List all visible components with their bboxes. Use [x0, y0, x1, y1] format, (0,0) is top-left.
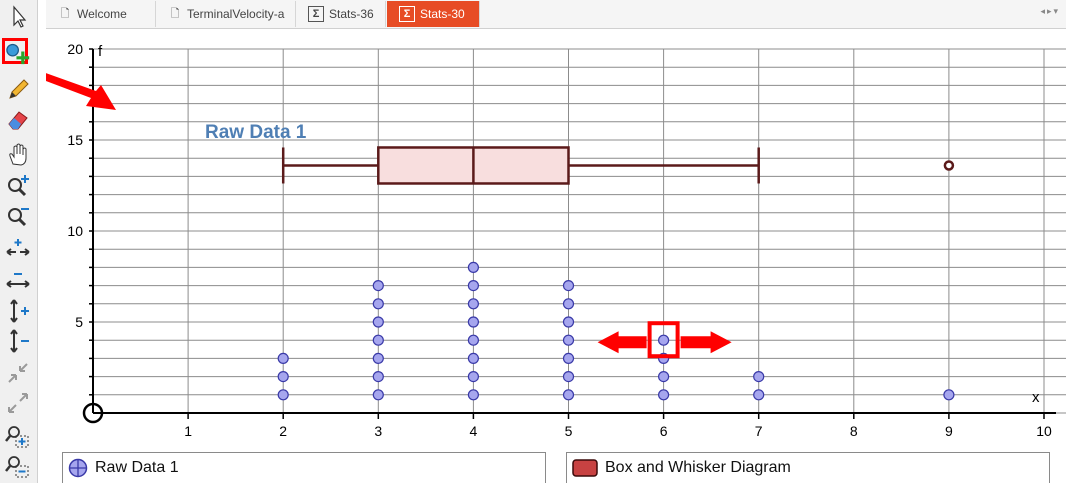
series-annotation: Raw Data 1	[205, 122, 307, 143]
tab-welcome[interactable]: 🗋 Welcome	[46, 1, 156, 27]
zoom-in-icon[interactable]	[4, 172, 32, 198]
dot-plot[interactable]	[277, 261, 955, 401]
document-tabs: 🗋 Welcome 🗋 TerminalVelocity-a Σ Stats-3…	[46, 0, 1066, 29]
tab-label: Welcome	[77, 7, 127, 21]
x-tick-label: 7	[755, 423, 763, 439]
data-point	[467, 298, 479, 310]
data-point	[372, 316, 384, 328]
box-and-whisker-plot[interactable]	[281, 146, 955, 185]
data-point	[372, 298, 384, 310]
data-point	[467, 280, 479, 292]
data-point	[657, 389, 670, 401]
y-tick-label: 10	[67, 223, 83, 239]
legend-raw-data[interactable]: Raw Data 1	[62, 452, 546, 483]
data-point	[562, 352, 575, 364]
right-arrow	[680, 331, 732, 354]
data-point	[467, 389, 479, 401]
data-point	[467, 316, 479, 328]
legend-box-whisker[interactable]: Box and Whisker Diagram	[566, 452, 1050, 483]
add-data-icon[interactable]	[2, 38, 30, 65]
eraser-icon[interactable]	[4, 106, 32, 132]
tab-terminalvelocity[interactable]: 🗋 TerminalVelocity-a	[156, 1, 296, 27]
data-point	[372, 389, 384, 401]
hand-icon[interactable]	[4, 142, 32, 168]
stats-graph[interactable]: 1 2 3 4 5 6 7 8 9 10 5 10 15 20 x f Raw Data 1	[46, 28, 1066, 448]
tab-stats-36[interactable]: Σ Stats-36	[296, 1, 386, 27]
shrink-diagonal-icon[interactable]	[4, 360, 32, 386]
zoom-box-in-icon[interactable]	[4, 424, 32, 450]
zoom-out-icon[interactable]	[4, 202, 32, 228]
x-tick-label: 6	[660, 423, 668, 439]
grid	[92, 48, 1066, 414]
crosshair-circle-icon	[68, 458, 88, 478]
y-axis-label: f	[98, 43, 103, 60]
y-tick-label: 20	[67, 41, 83, 57]
pencil-icon[interactable]	[4, 76, 32, 102]
expand-x-icon[interactable]	[4, 236, 32, 262]
pointer-icon[interactable]	[4, 4, 32, 30]
y-tick-label: 5	[75, 314, 83, 330]
data-point	[753, 389, 765, 401]
x-tick-label: 2	[279, 423, 287, 439]
data-point	[372, 352, 384, 364]
y-tick-label: 15	[67, 132, 83, 148]
document-icon: 🗋	[170, 7, 180, 20]
data-point	[277, 389, 289, 401]
box-swatch-icon	[572, 459, 598, 477]
x-tick-labels: 1 2 3 4 5 6 7 8 9 10	[184, 423, 1052, 439]
x-tick-label: 5	[565, 423, 573, 439]
zoom-box-out-icon[interactable]	[4, 454, 32, 480]
x-tick-label: 3	[374, 423, 382, 439]
data-point	[372, 334, 384, 346]
data-point	[753, 371, 765, 383]
x-tick-label: 1	[184, 423, 192, 439]
tab-scroll-arrows[interactable]: ◂▸▾	[1040, 6, 1060, 17]
callout-arrows	[46, 73, 732, 359]
x-axis-label: x	[1032, 389, 1040, 406]
data-point	[562, 316, 575, 328]
tool-pointer-arrow	[46, 73, 116, 110]
outlier-point	[943, 160, 955, 171]
compress-x-icon[interactable]	[4, 268, 32, 294]
tab-stats-30[interactable]: Σ Stats-30	[387, 1, 480, 27]
expand-y-icon[interactable]	[4, 298, 32, 324]
data-point	[562, 280, 575, 292]
data-point	[562, 334, 575, 346]
data-point	[372, 371, 384, 383]
legend-label: Box and Whisker Diagram	[605, 459, 791, 476]
left-arrow	[597, 331, 647, 354]
x-tick-label: 8	[850, 423, 858, 439]
data-point	[467, 334, 479, 346]
data-point	[467, 352, 479, 364]
data-point	[372, 280, 384, 292]
data-point	[562, 371, 575, 383]
sigma-icon: Σ	[308, 6, 324, 22]
sigma-icon: Σ	[399, 6, 415, 22]
legend-label: Raw Data 1	[95, 459, 179, 476]
compress-y-icon[interactable]	[4, 328, 32, 354]
x-tick-label: 10	[1036, 423, 1052, 439]
data-point	[562, 298, 575, 310]
x-tick-label: 9	[945, 423, 953, 439]
data-point	[657, 371, 670, 383]
data-point	[467, 261, 479, 273]
x-tick-label: 4	[470, 423, 478, 439]
data-point	[562, 389, 575, 401]
data-point	[467, 371, 479, 383]
tab-label: Stats-30	[420, 7, 465, 21]
document-icon: 🗋	[60, 7, 70, 20]
axes	[89, 48, 1056, 419]
tool-palette	[0, 0, 38, 483]
data-point	[943, 389, 955, 401]
data-point	[277, 352, 289, 364]
tab-label: TerminalVelocity-a	[187, 7, 285, 21]
data-point	[277, 371, 289, 383]
expand-diagonal-icon[interactable]	[4, 390, 32, 416]
tab-label: Stats-36	[329, 7, 374, 21]
data-point	[657, 334, 670, 346]
